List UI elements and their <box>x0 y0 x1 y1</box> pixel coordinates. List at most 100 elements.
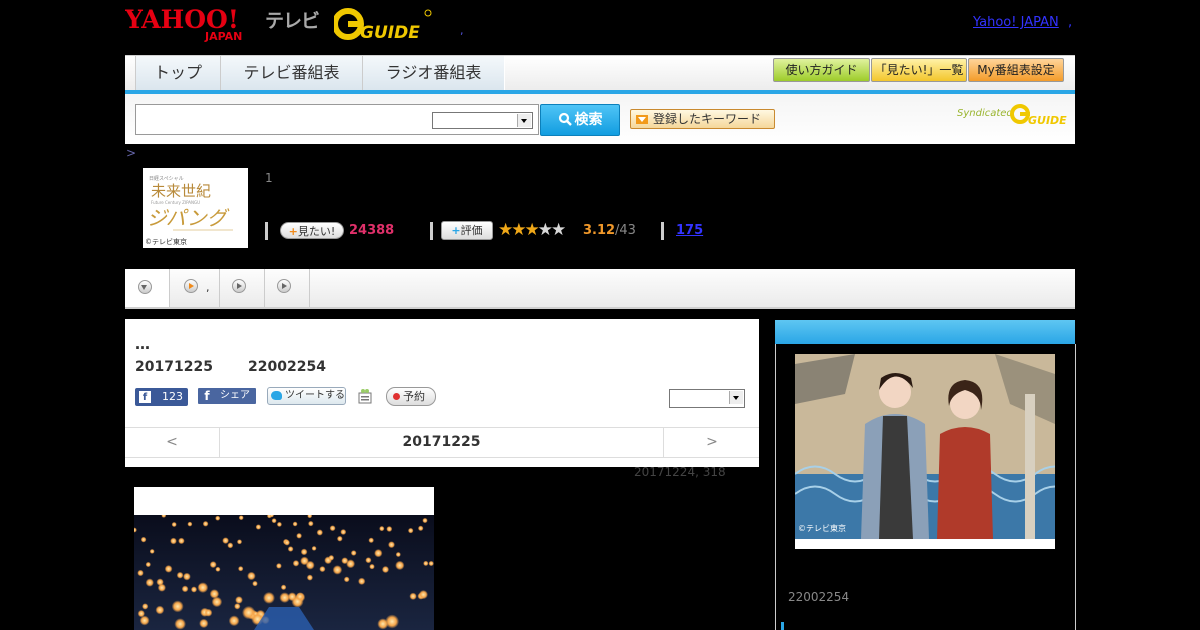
svg-text:日経スペシャル: 日経スペシャル <box>149 175 184 182</box>
program-subtabs: , <box>125 269 1075 309</box>
lantern <box>292 521 298 527</box>
lantern <box>235 596 243 604</box>
subtab-2-label: , <box>206 281 210 294</box>
divider <box>430 222 433 240</box>
gguide-logo: GUIDE <box>334 8 432 41</box>
lantern <box>263 591 275 604</box>
search-category-select[interactable] <box>432 112 533 129</box>
lantern <box>350 550 357 556</box>
yahoo-japan-link[interactable]: Yahoo! JAPAN <box>973 15 1059 30</box>
subtab-current[interactable] <box>125 269 170 307</box>
lantern <box>386 526 393 532</box>
yahoo-japan-logo[interactable]: YAHOO! JAPAN <box>125 4 261 42</box>
list-marker <box>781 622 784 630</box>
tweet-button[interactable]: ツイートする <box>267 387 346 405</box>
lantern <box>187 521 193 527</box>
previous-date-button[interactable]: < <box>125 428 220 457</box>
share-label: シェア <box>220 390 250 401</box>
lantern <box>358 577 366 585</box>
lantern <box>227 542 234 549</box>
mitai-list-button[interactable]: 「見たい!」一覧 <box>871 58 967 82</box>
program-thumbnail[interactable]: 日経スペシャル 未来世紀 Future Century ZIPANGU ジパング… <box>143 168 248 248</box>
program-logo-title: 未来世紀 <box>151 182 211 200</box>
subtab-2[interactable]: , <box>170 269 220 307</box>
facebook-icon: f <box>139 391 151 403</box>
star-icon: ★ <box>511 220 526 240</box>
rating-count: /43 <box>615 223 636 238</box>
star-icon: ★ <box>524 220 540 240</box>
lantern <box>171 600 184 613</box>
dropdown-arrow-icon <box>636 115 648 124</box>
lantern <box>423 560 429 567</box>
subtab-3[interactable] <box>220 269 265 307</box>
station-select[interactable] <box>669 389 745 408</box>
lantern <box>204 608 213 617</box>
lantern <box>296 532 302 539</box>
yahoo-link-separator: , <box>1068 15 1073 30</box>
tweet-label: ツイートする <box>285 390 345 401</box>
lantern <box>276 563 282 569</box>
lantern <box>190 586 198 593</box>
lantern <box>316 529 323 536</box>
lantern <box>295 592 305 601</box>
lantern <box>176 571 184 579</box>
review-count-link[interactable]: 175 <box>676 223 703 238</box>
facebook-share-button[interactable]: f シェア <box>198 388 256 404</box>
lantern <box>292 560 300 567</box>
twitter-bird-icon <box>271 391 282 400</box>
lantern <box>280 584 287 591</box>
usage-guide-button[interactable]: 使い方ガイド <box>773 58 870 82</box>
registered-keywords-button[interactable]: 登録したキーワード <box>630 109 775 129</box>
facebook-like-button[interactable]: f 123 <box>135 388 188 406</box>
reserve-button[interactable]: 予約 <box>386 387 436 406</box>
lantern <box>374 549 383 558</box>
search-button[interactable]: 検索 <box>540 104 620 136</box>
program-logo-title2: ジパング <box>147 206 230 230</box>
facebook-icon: f <box>204 389 210 403</box>
presenters-photo: ©テレビ東京 <box>795 354 1055 549</box>
program-photo <box>134 487 434 630</box>
lantern <box>300 548 308 556</box>
divider <box>661 222 664 240</box>
tab-top[interactable]: トップ <box>135 56 221 90</box>
lantern <box>183 572 191 581</box>
play-icon <box>277 279 291 293</box>
lantern <box>181 585 189 593</box>
lantern <box>319 566 326 573</box>
lantern <box>422 517 428 524</box>
registered-keywords-label: 登録したキーワード <box>653 112 762 126</box>
lantern <box>155 605 165 615</box>
lantern <box>381 565 390 574</box>
tab-tv-schedule[interactable]: テレビ番組表 <box>220 56 363 90</box>
mixi-check-icon[interactable] <box>358 388 372 404</box>
rate-button[interactable]: +評価 <box>441 221 493 240</box>
rating-value: 3.12 <box>583 223 616 238</box>
chevron-down-icon <box>138 280 152 294</box>
divider <box>265 222 268 240</box>
lantern <box>142 603 149 610</box>
lantern <box>140 536 147 543</box>
lantern <box>234 603 241 610</box>
lantern <box>271 518 277 524</box>
lantern <box>145 578 154 587</box>
program-count: 1 <box>265 171 273 185</box>
header-separator: , <box>460 24 464 37</box>
presenters-image <box>795 354 1055 539</box>
search-button-label: 検索 <box>574 112 603 128</box>
lantern <box>369 563 375 570</box>
mitai-button[interactable]: +見たい! <box>280 222 344 239</box>
my-schedule-settings-button[interactable]: My番組表設定 <box>968 58 1064 82</box>
program-title: … <box>135 335 150 353</box>
star-icon: ★ <box>498 220 513 240</box>
lantern <box>417 525 424 532</box>
syndicated-logo-text: GUIDE <box>1028 114 1067 126</box>
lantern <box>228 615 240 627</box>
lantern <box>395 560 405 571</box>
breadcrumb[interactable]: > <box>126 146 136 160</box>
tab-radio-schedule[interactable]: ラジオ番組表 <box>362 56 505 90</box>
play-icon <box>232 279 246 293</box>
next-date-button[interactable]: > <box>663 428 760 457</box>
subtab-4[interactable] <box>265 269 310 307</box>
lantern <box>252 580 258 587</box>
lantern <box>209 561 217 569</box>
